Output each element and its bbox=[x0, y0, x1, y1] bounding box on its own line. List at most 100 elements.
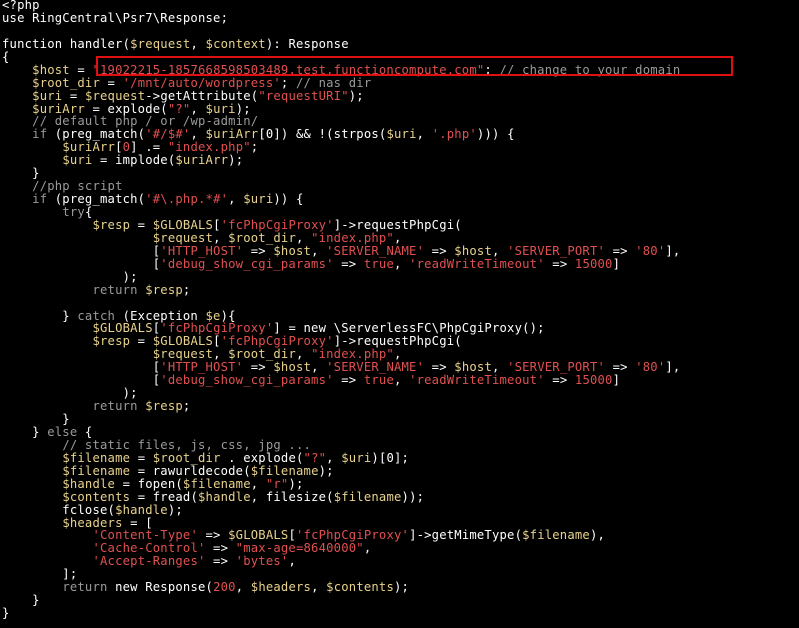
code-token: (preg_match( bbox=[47, 127, 146, 142]
code-token: } bbox=[2, 308, 78, 323]
code-token: 'bytes' bbox=[235, 554, 289, 569]
code-token: "index.php" bbox=[311, 347, 394, 362]
code-token: ]->requestPhpCgi( bbox=[333, 334, 462, 349]
code-token: ); bbox=[228, 153, 244, 168]
code-token: $context bbox=[205, 36, 266, 51]
code-token: ], bbox=[665, 243, 681, 258]
code-token: if bbox=[32, 127, 48, 142]
code-token: => bbox=[205, 554, 236, 569]
code-token: } bbox=[2, 606, 10, 621]
code-token: 'fcPhpCgiProxy' bbox=[220, 217, 334, 232]
code-token: = fread( bbox=[130, 489, 198, 504]
code-token: ; bbox=[484, 62, 500, 77]
code-token: use RingCentral\Psr7\Response; bbox=[2, 10, 229, 25]
code-token: ): Response bbox=[265, 36, 349, 51]
code-token: , bbox=[190, 127, 206, 142]
code-token: $uri bbox=[341, 450, 372, 465]
code-token: ] bbox=[612, 373, 621, 388]
code-token: return bbox=[92, 399, 138, 414]
code-token: $host bbox=[273, 360, 312, 375]
code-token: $uri bbox=[243, 192, 274, 207]
code-token: [0]) && !(strpos( bbox=[258, 127, 387, 142]
code-token: , bbox=[393, 256, 410, 271]
code-token: (preg_match( bbox=[47, 192, 146, 207]
code-token: } bbox=[2, 593, 40, 608]
code-token: => bbox=[197, 528, 229, 543]
code-token: $uriArr bbox=[62, 140, 116, 155]
code-token: "19022215-1857668598503489.test.function… bbox=[92, 62, 485, 77]
code-token: try bbox=[62, 205, 85, 219]
code-token: , bbox=[311, 580, 327, 595]
code-token: => bbox=[243, 360, 274, 375]
code-line: use RingCentral\Psr7\Response; bbox=[2, 10, 680, 25]
code-token: $GLOBALS bbox=[92, 321, 153, 336]
code-token: )[0]; bbox=[371, 450, 410, 465]
code-token: // default php / or /wp-admin/ bbox=[32, 114, 259, 129]
code-token: ; bbox=[250, 140, 259, 155]
code-token: // static files, js, css, jpg ... bbox=[62, 437, 312, 452]
code-token: [ bbox=[2, 243, 161, 258]
code-token: '#/$#' bbox=[145, 127, 191, 142]
code-token: => bbox=[424, 243, 455, 258]
code-line: function handler($request, $context): Re… bbox=[2, 36, 680, 51]
code-token: ] = new \ServerlessFC\PhpCgiProxy(); bbox=[273, 321, 545, 336]
code-token: function handler( bbox=[2, 36, 131, 51]
code-token: , bbox=[491, 243, 508, 258]
code-token: "max-age=8640000" bbox=[235, 541, 364, 556]
code-token: => bbox=[333, 256, 364, 271]
code-token: )); bbox=[401, 489, 425, 504]
code-token: true bbox=[363, 256, 394, 271]
code-editor[interactable]: <?php use RingCentral\Psr7\Response; funct… bbox=[0, 0, 799, 628]
code-token: $e bbox=[205, 308, 221, 323]
code-token: $filename bbox=[333, 489, 402, 504]
code-token: if bbox=[32, 192, 48, 207]
code-token: $resp bbox=[145, 399, 183, 414]
code-token: $request bbox=[152, 347, 214, 362]
code-token: = implode( bbox=[92, 153, 176, 168]
code-token: "index.php" bbox=[311, 230, 394, 245]
code-token: [ bbox=[288, 528, 296, 543]
code-token: $root_dir bbox=[152, 450, 221, 465]
code-token: "index.php" bbox=[167, 140, 251, 155]
code-token: 'SERVER_NAME' bbox=[326, 360, 425, 375]
code-token: , bbox=[250, 476, 266, 491]
code-token: ); bbox=[394, 580, 410, 595]
code-token: $contents bbox=[62, 489, 131, 504]
code-token: ); bbox=[318, 463, 334, 478]
code-token: '/mnt/auto/wordpress' bbox=[122, 75, 281, 90]
code-token: [ bbox=[213, 217, 221, 232]
code-token: , bbox=[311, 243, 327, 258]
code-token: 200 bbox=[213, 580, 236, 595]
code-token: ]; bbox=[2, 567, 78, 582]
code-token: , bbox=[393, 373, 410, 388]
code-token: , bbox=[393, 347, 402, 362]
code-text[interactable]: <?php use RingCentral\Psr7\Response; funct… bbox=[2, 0, 680, 620]
code-token: , bbox=[288, 554, 296, 569]
code-token: $filename bbox=[62, 463, 131, 478]
code-token: = bbox=[130, 450, 153, 465]
code-token: $handle bbox=[115, 502, 168, 517]
code-token: $uriArr bbox=[175, 153, 229, 168]
code-token: 15000 bbox=[574, 373, 613, 388]
code-token: $handle bbox=[62, 476, 116, 491]
code-token: $request bbox=[84, 88, 146, 103]
code-token: $contents bbox=[326, 580, 395, 595]
code-token: 'SERVER_NAME' bbox=[326, 243, 425, 258]
code-token: $headers bbox=[62, 515, 123, 530]
code-token: "requestURI" bbox=[258, 88, 349, 103]
code-line: } bbox=[2, 413, 680, 426]
code-token: true bbox=[363, 373, 394, 388]
code-token: //php script bbox=[32, 179, 123, 194]
code-token: $filename bbox=[250, 463, 319, 478]
